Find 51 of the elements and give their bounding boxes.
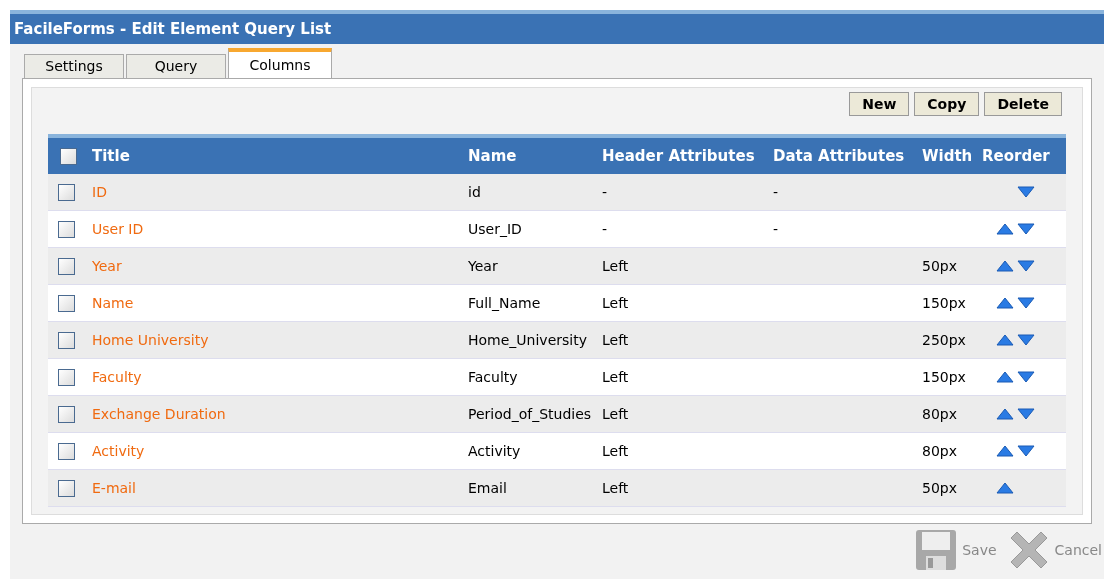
table-cell: 150px	[922, 368, 966, 385]
tab[interactable]: Columns	[228, 48, 332, 78]
table-cell: 80px	[922, 442, 957, 459]
table-cell: Left	[602, 257, 629, 274]
table-cell-text: Email	[468, 478, 508, 498]
column-header: Title	[92, 145, 131, 167]
table-cell-text: Activity	[468, 441, 522, 461]
column-title-link[interactable]: E-mail	[92, 477, 468, 499]
column-title-link[interactable]: Activity	[92, 440, 468, 462]
table-cell: -	[602, 183, 608, 200]
table-cell: 250px	[922, 331, 966, 348]
column-title-link[interactable]: Home University	[92, 329, 468, 351]
table-cell: 50px	[922, 479, 957, 496]
table-cell-text: Year	[468, 256, 499, 276]
table-cell-text: Period_of_Studies	[468, 404, 593, 424]
column-title-link[interactable]: Name	[92, 292, 468, 314]
column-title-link[interactable]: ID	[92, 181, 468, 203]
table-cell: -	[773, 220, 779, 237]
column-title-link[interactable]: Exchange Duration	[92, 403, 468, 425]
table-cell: 50px	[922, 257, 957, 274]
table-cell: Left	[602, 442, 629, 459]
table-cell: Left	[602, 479, 629, 496]
table-cell: -	[773, 183, 779, 200]
table-cell-text: Home_University	[468, 330, 588, 350]
table-cell: Left	[602, 405, 629, 422]
column-header: Header Attributes	[602, 145, 756, 167]
table-cell-text: Full_Name	[468, 293, 542, 313]
table-cell-text: Faculty	[468, 367, 519, 387]
tab[interactable]: Query	[126, 54, 226, 78]
column-title-link[interactable]: Faculty	[92, 366, 468, 388]
table-cell: 80px	[922, 405, 957, 422]
toolbar-button[interactable]: New	[849, 92, 910, 116]
toolbar-button[interactable]: Delete	[984, 92, 1062, 116]
table-cell-text: id	[468, 182, 482, 202]
table-cell: Left	[602, 331, 629, 348]
column-header: Reorder	[982, 145, 1051, 167]
action-link[interactable]: Save	[962, 539, 997, 561]
toolbar-button[interactable]: Copy	[914, 92, 980, 116]
column-title-link[interactable]: Year	[92, 255, 468, 277]
column-header: Name	[468, 145, 518, 167]
table-cell: Left	[602, 368, 629, 385]
window-title: FacileForms - Edit Element Query List	[10, 10, 1104, 44]
column-title-link[interactable]: User ID	[92, 218, 468, 240]
table-cell: Left	[602, 294, 629, 311]
table-cell: 150px	[922, 294, 966, 311]
column-header: Width	[922, 145, 974, 167]
column-header: Data Attributes	[773, 145, 906, 167]
action-link[interactable]: Cancel	[1054, 539, 1102, 561]
table-cell: -	[602, 220, 608, 237]
table-cell-text: User_ID	[468, 219, 523, 239]
tab[interactable]: Settings	[24, 54, 124, 78]
